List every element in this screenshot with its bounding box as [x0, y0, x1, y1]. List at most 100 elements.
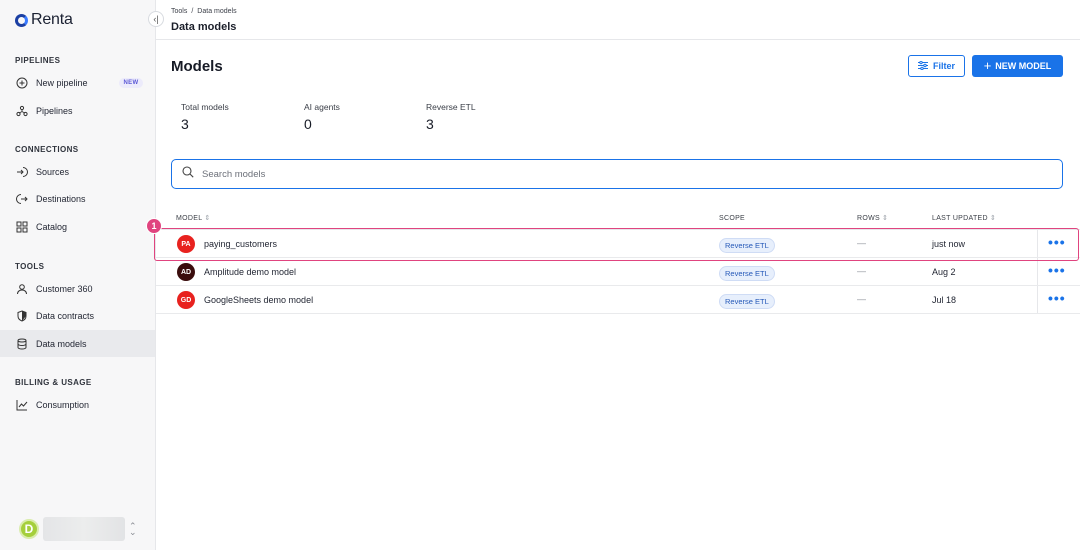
- new-model-button[interactable]: + NEW MODEL: [972, 55, 1063, 77]
- divider: [1037, 258, 1038, 285]
- avatar: D: [19, 519, 39, 539]
- app-root: Renta PIPELINES New pipeline NEW Pipelin…: [0, 0, 1080, 550]
- sidebar-item-label: Data contracts: [36, 310, 95, 321]
- sidebar-item-label: Catalog: [36, 221, 68, 232]
- page-title: Data models: [171, 21, 237, 33]
- stat-value: 0: [304, 116, 312, 132]
- sidebar-item-label: New pipeline: [36, 77, 88, 88]
- sidebar-item-pipelines[interactable]: Pipelines: [0, 97, 155, 124]
- user-name-redacted: [43, 517, 125, 541]
- section-billing: BILLING & USAGE: [15, 378, 92, 387]
- sidebar-item-data-models[interactable]: Data models: [0, 330, 155, 357]
- model-avatar: PA: [177, 235, 195, 253]
- renta-logo-icon: [15, 13, 28, 27]
- column-header-scope: SCOPE: [719, 215, 745, 222]
- sidebar: Renta PIPELINES New pipeline NEW Pipelin…: [0, 0, 156, 550]
- sidebar-item-customer-360[interactable]: Customer 360: [0, 275, 155, 302]
- column-header-rows[interactable]: ROWS ⇕: [857, 214, 889, 223]
- main-content: Models Filter + NEW MODEL Total models 3…: [146, 40, 1080, 550]
- scope-badge: Reverse ETL: [719, 266, 775, 281]
- shield-icon: [16, 309, 28, 322]
- sidebar-item-label: Consumption: [36, 399, 90, 410]
- top-header: Tools / Data models Data models: [156, 0, 1080, 40]
- rows-value: —: [857, 294, 866, 304]
- breadcrumb-tools[interactable]: Tools: [171, 8, 187, 15]
- breadcrumb-data-models[interactable]: Data models: [197, 8, 236, 15]
- sliders-icon: [917, 60, 928, 72]
- breadcrumb-separator: /: [191, 8, 194, 15]
- column-label: LAST UPDATED: [932, 215, 988, 222]
- stat-value: 3: [181, 116, 189, 132]
- column-label: MODEL: [176, 215, 203, 222]
- model-name-link[interactable]: GoogleSheets demo model: [204, 295, 313, 305]
- collapse-sidebar-icon[interactable]: ‹|: [148, 11, 164, 27]
- stat-label: AI agents: [304, 102, 340, 112]
- scope-badge: Reverse ETL: [719, 294, 775, 309]
- search-box[interactable]: [171, 159, 1063, 189]
- logo[interactable]: Renta: [15, 11, 73, 29]
- section-pipelines: PIPELINES: [15, 56, 61, 65]
- more-options-icon[interactable]: •••: [1048, 291, 1066, 305]
- model-avatar: GD: [177, 291, 195, 309]
- source-icon: [16, 166, 28, 178]
- new-model-label: NEW MODEL: [995, 61, 1052, 71]
- scope-badge: Reverse ETL: [719, 238, 775, 253]
- column-header-model[interactable]: MODEL ⇕: [176, 214, 211, 223]
- user-menu[interactable]: D ⌃ ⌄: [19, 517, 137, 541]
- stat-reverse-etl: Reverse ETL 3: [426, 102, 476, 132]
- search-input[interactable]: [202, 168, 1022, 180]
- destination-icon: [16, 193, 28, 205]
- last-updated-value: Jul 18: [932, 295, 957, 305]
- sidebar-item-destinations[interactable]: Destinations: [0, 185, 155, 212]
- plus-circle-icon: [16, 77, 28, 89]
- stat-ai-agents: AI agents 0: [304, 102, 340, 132]
- logo-text: Renta: [31, 11, 73, 28]
- breadcrumb: Tools / Data models: [171, 8, 237, 15]
- model-name-link[interactable]: Amplitude demo model: [204, 267, 296, 277]
- sort-icon: ⇕: [881, 214, 889, 222]
- catalog-grid-icon: [16, 221, 28, 233]
- column-label: SCOPE: [719, 215, 746, 222]
- sidebar-item-label: Customer 360: [36, 283, 93, 294]
- search-icon: [182, 165, 194, 183]
- more-options-icon[interactable]: •••: [1048, 263, 1066, 277]
- stat-value: 3: [426, 116, 434, 132]
- chart-line-icon: [16, 399, 28, 411]
- plus-icon: +: [983, 58, 992, 73]
- column-header-last-updated[interactable]: LAST UPDATED ⇕: [932, 215, 996, 223]
- sidebar-item-label: Destinations: [36, 193, 86, 204]
- sidebar-item-label: Sources: [36, 166, 70, 177]
- stat-total-models: Total models 3: [181, 102, 229, 132]
- table-row[interactable]: GD GoogleSheets demo model Reverse ETL —…: [156, 286, 1080, 314]
- column-label: ROWS: [857, 215, 880, 222]
- divider: [1037, 230, 1038, 257]
- last-updated-value: just now: [932, 239, 966, 249]
- last-updated-value: Aug 2: [932, 267, 956, 277]
- more-options-icon[interactable]: •••: [1048, 235, 1066, 249]
- models-heading: Models: [171, 58, 223, 75]
- model-name-link[interactable]: paying_customers: [204, 239, 277, 249]
- table-header: MODEL ⇕ SCOPE ROWS ⇕ LAST UPDATED ⇕: [156, 210, 1080, 230]
- table-row[interactable]: PA paying_customers Reverse ETL — just n…: [156, 230, 1080, 258]
- sort-icon: ⇕: [204, 214, 211, 222]
- stat-label: Reverse ETL: [426, 102, 476, 112]
- sidebar-item-label: Data models: [36, 338, 87, 349]
- user-icon: [16, 283, 28, 295]
- sidebar-item-sources[interactable]: Sources: [0, 158, 155, 185]
- rows-value: —: [857, 238, 866, 248]
- table-row[interactable]: AD Amplitude demo model Reverse ETL — Au…: [156, 258, 1080, 286]
- new-badge: NEW: [118, 77, 144, 88]
- rows-value: —: [857, 266, 866, 276]
- sidebar-item-data-contracts[interactable]: Data contracts: [0, 302, 155, 329]
- sidebar-item-new-pipeline[interactable]: New pipeline NEW: [0, 69, 155, 96]
- filter-button[interactable]: Filter: [908, 55, 965, 77]
- database-icon: [16, 338, 28, 350]
- filter-label: Filter: [932, 61, 955, 71]
- sidebar-item-consumption[interactable]: Consumption: [0, 391, 155, 418]
- sidebar-item-catalog[interactable]: Catalog: [0, 213, 155, 240]
- chevron-up-down-icon[interactable]: ⌃ ⌄: [129, 522, 137, 537]
- stat-label: Total models: [181, 102, 229, 112]
- section-tools: TOOLS: [15, 262, 45, 271]
- pipelines-icon: [16, 105, 28, 117]
- section-connections: CONNECTIONS: [15, 145, 79, 154]
